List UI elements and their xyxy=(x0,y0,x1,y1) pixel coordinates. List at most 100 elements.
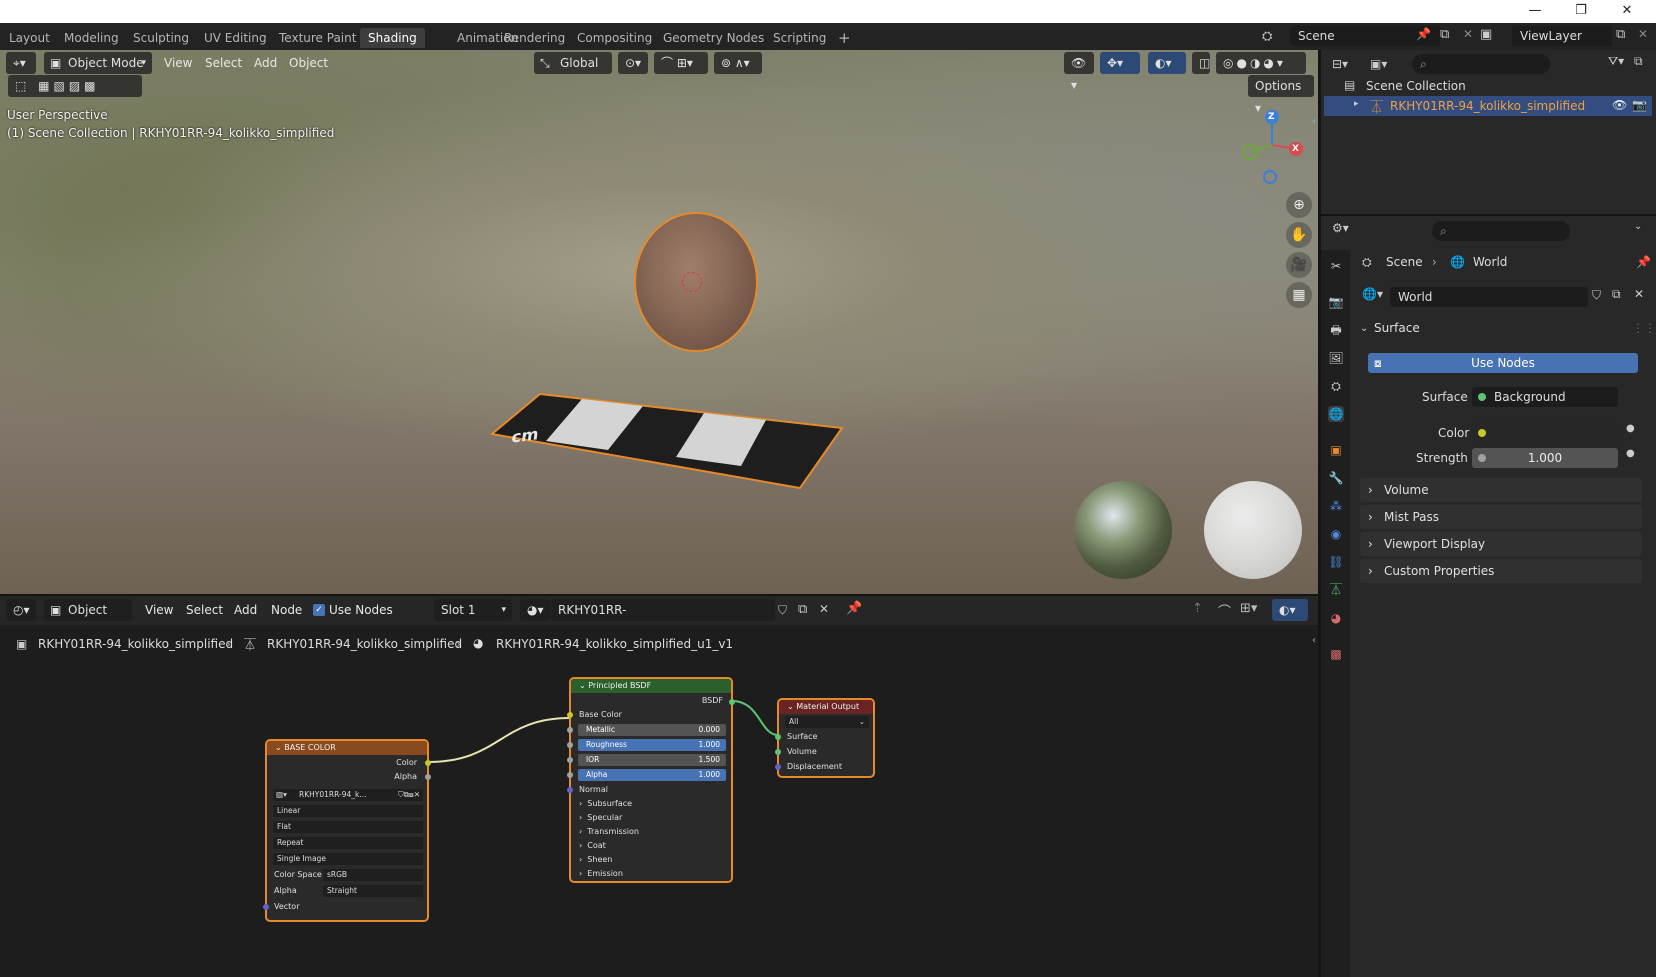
delete-viewlayer-icon[interactable]: ✕ xyxy=(1638,27,1648,41)
tab-modeling[interactable]: Modeling xyxy=(56,28,127,48)
panel-viewport-display[interactable]: › Viewport Display xyxy=(1360,532,1642,556)
coin-object[interactable] xyxy=(634,212,758,352)
tab-scripting[interactable]: Scripting xyxy=(765,28,834,48)
area-divider[interactable] xyxy=(0,594,1320,596)
image-name-field[interactable]: ▨▾ RKHY01RR-94_k... ⛉⧉⧇✕ xyxy=(273,789,423,801)
scene-collection-label[interactable]: Scene Collection xyxy=(1366,79,1466,93)
outliner[interactable]: ⊟▾ ▣▾ ⌕ ⛛▾ ⧉ ▤ Scene Collection ▸ ⏄ RKHY… xyxy=(1320,50,1656,215)
panel-transmission[interactable]: › Transmission xyxy=(579,826,639,838)
panel-sheen[interactable]: › Sheen xyxy=(579,854,612,866)
panel-custom-properties[interactable]: › Custom Properties xyxy=(1360,559,1642,583)
volume-input-socket[interactable] xyxy=(775,749,781,755)
tab-compositing[interactable]: Compositing xyxy=(569,28,660,48)
roughness-socket[interactable] xyxy=(567,742,573,748)
surface-input-socket[interactable] xyxy=(775,734,781,740)
projection-select[interactable]: Flat xyxy=(273,821,423,833)
viewlayer-field[interactable]: ViewLayer xyxy=(1512,26,1612,46)
sidebar-toggle-icon[interactable]: ‹ xyxy=(1312,116,1316,127)
strength-slider[interactable]: 1.000 xyxy=(1472,448,1618,468)
constraints-tab-icon[interactable]: ⛓ xyxy=(1328,554,1344,570)
chevron-down-icon[interactable]: ⌄ xyxy=(1360,323,1368,334)
world-tab-icon[interactable]: 🌐 xyxy=(1328,406,1344,422)
scene-tab-icon[interactable]: ⛭ xyxy=(1328,378,1344,394)
menu-add[interactable]: Add xyxy=(254,52,277,74)
displacement-input-socket[interactable] xyxy=(775,764,781,770)
material-output-node[interactable]: ⌄ Material Output All ⌄ Surface Volume D… xyxy=(775,698,875,778)
viewlayer-icon[interactable]: ▣ xyxy=(1480,27,1510,47)
duplicate-material-icon[interactable]: ⧉ xyxy=(798,602,807,617)
node-header[interactable]: ⌄ Material Output xyxy=(779,700,873,714)
shader-type-select[interactable]: ▣ Object xyxy=(44,599,132,621)
delete-scene-icon[interactable]: ✕ xyxy=(1463,27,1473,41)
image-texture-node[interactable]: ⌄ BASE COLOR Color Alpha ▨▾ RKHY01RR-94_… xyxy=(263,739,431,922)
color-output-socket[interactable] xyxy=(425,760,431,766)
duplicate-world-icon[interactable]: ⧉ xyxy=(1612,287,1621,302)
ior-socket[interactable] xyxy=(567,757,573,763)
drag-handle-icon[interactable]: ⋮⋮ xyxy=(1632,321,1656,335)
node-menu-node[interactable]: Node xyxy=(271,599,302,621)
panel-mist-pass[interactable]: › Mist Pass xyxy=(1360,505,1642,529)
node-canvas[interactable]: ⌄ BASE COLOR Color Alpha ▨▾ RKHY01RR-94_… xyxy=(0,665,1320,977)
transform-orientation-select[interactable]: ⤡ Global xyxy=(534,52,612,74)
area-divider-vertical[interactable] xyxy=(1318,50,1321,977)
panel-specular[interactable]: › Specular xyxy=(579,812,622,824)
camera-view-icon[interactable]: 🎥 xyxy=(1286,252,1312,278)
expand-arrow-icon[interactable]: ▸ xyxy=(1354,99,1359,109)
overlay-toggle-icon[interactable]: ◐▾ xyxy=(1272,599,1308,621)
surface-shader-select[interactable]: Background xyxy=(1472,387,1618,407)
minimize-button[interactable]: — xyxy=(1512,0,1558,23)
world-name-field[interactable]: World xyxy=(1390,287,1588,307)
overlay-toggle-icon[interactable]: ◐▾ xyxy=(1148,52,1186,74)
sidebar-toggle-icon[interactable]: ‹ xyxy=(1312,635,1316,646)
node-editor-type-icon[interactable]: ◴▾ xyxy=(6,599,36,621)
material-name-field[interactable]: RKHY01RR-94_kolikko_simplified_u1_v1 xyxy=(551,599,775,639)
proportional-edit-icon[interactable]: ⊚ ∧▾ xyxy=(714,52,762,74)
pan-hand-icon[interactable]: ✋ xyxy=(1286,222,1312,248)
snap-icon[interactable]: ⌒ ⊞▾ xyxy=(654,52,708,74)
area-divider[interactable] xyxy=(1320,214,1656,216)
fake-user-shield-icon[interactable]: ⛉ xyxy=(778,603,787,618)
principled-bsdf-node[interactable]: ⌄ Principled BSDF BSDF Base Color Metall… xyxy=(567,677,735,883)
scale-bar-object[interactable] xyxy=(490,390,850,510)
tool-tab-icon[interactable]: ✂ xyxy=(1328,258,1344,274)
node-menu-select[interactable]: Select xyxy=(186,599,223,621)
particles-tab-icon[interactable]: ⁂ xyxy=(1328,498,1344,514)
use-nodes-button[interactable]: ⧇ Use Nodes xyxy=(1368,353,1638,373)
tab-uv-editing[interactable]: UV Editing xyxy=(196,28,275,48)
panel-coat[interactable]: › Coat xyxy=(579,840,606,852)
slot-select[interactable]: Slot 1 ▾ xyxy=(434,599,512,621)
pin-icon[interactable]: 📌 xyxy=(1416,27,1431,41)
shading-mode-buttons[interactable]: ◎●◑◕▾ xyxy=(1216,52,1306,74)
ior-slider[interactable]: IOR 1.500 xyxy=(578,754,726,766)
outliner-editor-icon[interactable]: ⊟▾ xyxy=(1332,54,1366,74)
select-mode-buttons[interactable]: ⬚ ▦▧▨▩ xyxy=(8,75,142,97)
panel-volume[interactable]: › Volume xyxy=(1360,478,1642,502)
modifier-tab-icon[interactable]: 🔧 xyxy=(1328,470,1344,486)
material-tab-icon[interactable]: ◕ xyxy=(1328,610,1344,626)
object-tab-icon[interactable]: ▣ xyxy=(1328,442,1344,458)
zoom-icon[interactable]: ⊕ xyxy=(1286,192,1312,218)
tab-shading[interactable]: Shading xyxy=(360,28,425,48)
alpha-mode-select[interactable]: Straight xyxy=(323,885,423,897)
extension-select[interactable]: Repeat xyxy=(273,837,423,849)
panel-subsurface[interactable]: › Subsurface xyxy=(579,798,632,810)
properties-search-input[interactable]: ⌕ xyxy=(1432,221,1570,241)
tab-layout[interactable]: Layout xyxy=(1,28,58,48)
visibility-icon[interactable]: 👁▾ xyxy=(1064,52,1094,92)
new-scene-icon[interactable]: ⧉ xyxy=(1440,27,1449,42)
node-header[interactable]: ⌄ Principled BSDF xyxy=(571,679,731,693)
physics-tab-icon[interactable]: ◉ xyxy=(1328,526,1344,542)
material-browse-icon[interactable]: ◕▾ xyxy=(520,599,550,621)
normal-socket[interactable] xyxy=(567,787,573,793)
filter-icon[interactable]: ⛛▾ xyxy=(1608,54,1624,69)
ortho-grid-icon[interactable]: ▦ xyxy=(1286,282,1312,308)
color-space-select[interactable]: sRGB xyxy=(323,869,423,881)
object-mode-select[interactable]: ▣ Object Mode ▾ xyxy=(44,52,152,74)
node-menu-add[interactable]: Add xyxy=(234,599,257,621)
fake-user-shield-icon[interactable]: ⛉ xyxy=(1592,288,1601,303)
menu-view[interactable]: View xyxy=(164,52,192,74)
gizmo-toggle-icon[interactable]: ✥▾ xyxy=(1100,52,1140,74)
menu-object[interactable]: Object xyxy=(289,52,328,74)
metallic-slider[interactable]: Metallic 0.000 xyxy=(578,724,726,736)
add-workspace-button[interactable]: + xyxy=(830,28,859,48)
